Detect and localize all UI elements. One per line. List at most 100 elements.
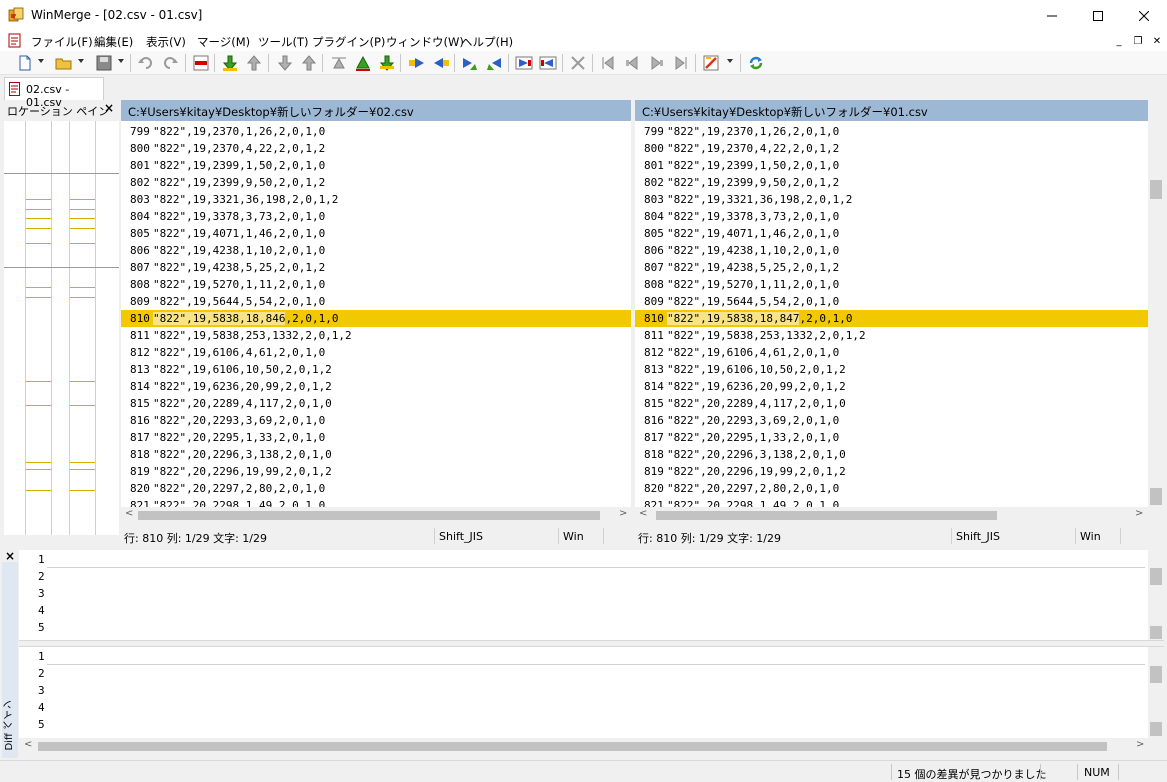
file-line[interactable]: 809 "822",19,5644,5,54,2,0,1,0 (635, 293, 1148, 310)
location-pane[interactable] (4, 121, 119, 535)
file-line[interactable]: 806 "822",19,4238,1,10,2,0,1,0 (635, 242, 1148, 259)
right-vscrollbar[interactable] (1148, 121, 1164, 507)
diff-hscroll-thumb[interactable] (38, 742, 1107, 751)
copy-right-icon[interactable] (408, 54, 426, 72)
file-line[interactable]: 800 "822",19,2370,4,22,2,0,1,2 (121, 140, 631, 157)
file-line[interactable]: 812 "822",19,6106,4,61,2,0,1,0 (635, 344, 1148, 361)
right-hscroll-thumb[interactable] (656, 511, 997, 520)
left-hscroll-thumb[interactable] (138, 511, 600, 520)
new-doc-icon[interactable] (16, 54, 34, 72)
all-diff-icon[interactable] (378, 54, 396, 72)
diff-top-vscroll-thumb[interactable] (1150, 568, 1162, 585)
scroll-right-icon[interactable]: > (1136, 739, 1144, 750)
file-line[interactable]: 821 "822",20,2298,1,49,2,0,1,0 (635, 497, 1148, 507)
open-dropdown-icon[interactable] (78, 59, 84, 63)
prev-conflict-icon[interactable] (330, 54, 348, 72)
nav-first-icon[interactable] (599, 54, 617, 72)
file-line[interactable]: 818 "822",20,2296,3,138,2,0,1,0 (635, 446, 1148, 463)
copy-left-advance-icon[interactable] (485, 54, 503, 72)
document-icon[interactable] (8, 33, 22, 48)
menu-plugins[interactable]: プラグイン(P) (312, 34, 385, 50)
file-line[interactable]: 816 "822",20,2293,3,69,2,0,1,0 (635, 412, 1148, 429)
copy-all-left-icon[interactable] (539, 54, 557, 72)
file-line[interactable]: 807 "822",19,4238,5,25,2,0,1,2 (635, 259, 1148, 276)
scroll-left-icon[interactable]: < (24, 739, 32, 750)
file-line[interactable]: 821 "822",20,2298,1,49,2,0,1,0 (121, 497, 631, 507)
file-line[interactable]: 808 "822",19,5270,1,11,2,0,1,0 (121, 276, 631, 293)
diff-top-vscrollbar[interactable] (1148, 550, 1164, 640)
file-line[interactable]: 813 "822",19,6106,10,50,2,0,1,2 (635, 361, 1148, 378)
file-line[interactable]: 809 "822",19,5644,5,54,2,0,1,0 (121, 293, 631, 310)
diff-top-vscroll-thumb-lower[interactable] (1150, 626, 1162, 639)
prev-diff-icon[interactable] (245, 54, 263, 72)
file-line[interactable]: 805 "822",19,4071,1,46,2,0,1,0 (635, 225, 1148, 242)
file-line[interactable]: 815 "822",20,2289,4,117,2,0,1,0 (121, 395, 631, 412)
current-diff-icon[interactable] (192, 54, 210, 72)
new-dropdown-icon[interactable] (38, 59, 44, 63)
options-icon[interactable] (702, 54, 720, 72)
file-line[interactable]: 811 "822",19,5838,253,1332,2,0,1,2 (121, 327, 631, 344)
mdi-minimize-button[interactable]: _ (1111, 35, 1127, 48)
file-line[interactable]: 807 "822",19,4238,5,25,2,0,1,2 (121, 259, 631, 276)
save-icon[interactable] (95, 54, 113, 72)
right-vscroll-thumb[interactable] (1150, 180, 1162, 199)
file-line[interactable]: 820 "822",20,2297,2,80,2,0,1,0 (635, 480, 1148, 497)
right-hscrollbar[interactable]: < > (635, 507, 1148, 524)
file-line[interactable]: 815 "822",20,2289,4,117,2,0,1,0 (635, 395, 1148, 412)
minimize-button[interactable] (1029, 0, 1075, 31)
file-line[interactable]: 816 "822",20,2293,3,69,2,0,1,0 (121, 412, 631, 429)
file-line[interactable]: 806 "822",19,4238,1,10,2,0,1,0 (121, 242, 631, 259)
menu-edit[interactable]: 編集(E) (94, 34, 133, 50)
diff-pane-splitter[interactable] (19, 640, 1164, 647)
file-line[interactable]: 818 "822",20,2296,3,138,2,0,1,0 (121, 446, 631, 463)
nav-prev-icon[interactable] (623, 54, 641, 72)
file-line[interactable]: 804 "822",19,3378,3,73,2,0,1,0 (635, 208, 1148, 225)
diff-line[interactable]: 810 "822",19,5838,18,847,2,0,1,0 (635, 310, 1148, 327)
file-line[interactable]: 805 "822",19,4071,1,46,2,0,1,0 (121, 225, 631, 242)
open-folder-icon[interactable] (55, 54, 73, 72)
file-line[interactable]: 803 "822",19,3321,36,198,2,0,1,2 (635, 191, 1148, 208)
refresh-icon[interactable] (747, 54, 765, 72)
left-hscrollbar[interactable]: < > (121, 507, 631, 524)
mdi-close-button[interactable]: ✕ (1149, 35, 1165, 48)
file-line[interactable]: 802 "822",19,2399,9,50,2,0,1,2 (635, 174, 1148, 191)
menu-file[interactable]: ファイル(F) (31, 34, 93, 50)
file-line[interactable]: 801 "822",19,2399,1,50,2,0,1,0 (635, 157, 1148, 174)
scroll-left-icon[interactable]: < (639, 508, 647, 519)
menu-help[interactable]: ヘルプ(H) (461, 34, 513, 50)
diff-bottom-vscroll-thumb[interactable] (1150, 666, 1162, 683)
left-file-pane[interactable]: 799 "822",19,2370,1,26,2,0,1,0 800 "822",19… (121, 121, 631, 507)
file-line[interactable]: 811 "822",19,5838,253,1332,2,0,1,2 (635, 327, 1148, 344)
mdi-restore-button[interactable]: ❐ (1130, 35, 1146, 48)
file-line[interactable]: 817 "822",20,2295,1,33,2,0,1,0 (635, 429, 1148, 446)
file-line[interactable]: 803 "822",19,3321,36,198,2,0,1,2 (121, 191, 631, 208)
file-line[interactable]: 813 "822",19,6106,10,50,2,0,1,2 (121, 361, 631, 378)
first-diff-icon[interactable] (276, 54, 294, 72)
close-button[interactable] (1121, 0, 1167, 31)
file-line[interactable]: 819 "822",20,2296,19,99,2,0,1,2 (635, 463, 1148, 480)
menu-merge[interactable]: マージ(M) (197, 34, 250, 50)
scroll-right-icon[interactable]: > (1135, 508, 1143, 519)
diff-bottom-vscrollbar[interactable] (1148, 647, 1164, 738)
right-file-pane[interactable]: 799 "822",19,2370,1,26,2,0,1,0 800 "822",19… (635, 121, 1148, 507)
file-line[interactable]: 819 "822",20,2296,19,99,2,0,1,2 (121, 463, 631, 480)
diff-pane-close-button[interactable]: × (5, 549, 15, 563)
menu-tools[interactable]: ツール(T) (258, 34, 309, 50)
nav-next-icon[interactable] (648, 54, 666, 72)
copy-all-right-icon[interactable] (515, 54, 533, 72)
save-dropdown-icon[interactable] (118, 59, 124, 63)
next-conflict-icon[interactable] (354, 54, 372, 72)
file-line[interactable]: 808 "822",19,5270,1,11,2,0,1,0 (635, 276, 1148, 293)
file-line[interactable]: 801 "822",19,2399,1,50,2,0,1,0 (121, 157, 631, 174)
nav-last-icon[interactable] (672, 54, 690, 72)
maximize-button[interactable] (1075, 0, 1121, 31)
file-line[interactable]: 814 "822",19,6236,20,99,2,0,1,2 (635, 378, 1148, 395)
file-line[interactable]: 812 "822",19,6106,4,61,2,0,1,0 (121, 344, 631, 361)
diff-pane-bottom[interactable]: 1 2 3 4 5 (19, 647, 1164, 738)
merge-icon[interactable] (569, 54, 587, 72)
scroll-right-icon[interactable]: > (619, 508, 627, 519)
right-vscroll-thumb-lower[interactable] (1150, 488, 1162, 505)
scroll-left-icon[interactable]: < (125, 508, 133, 519)
diff-line[interactable]: 810 "822",19,5838,18,846,2,0,1,0 (121, 310, 631, 327)
copy-left-icon[interactable] (432, 54, 450, 72)
